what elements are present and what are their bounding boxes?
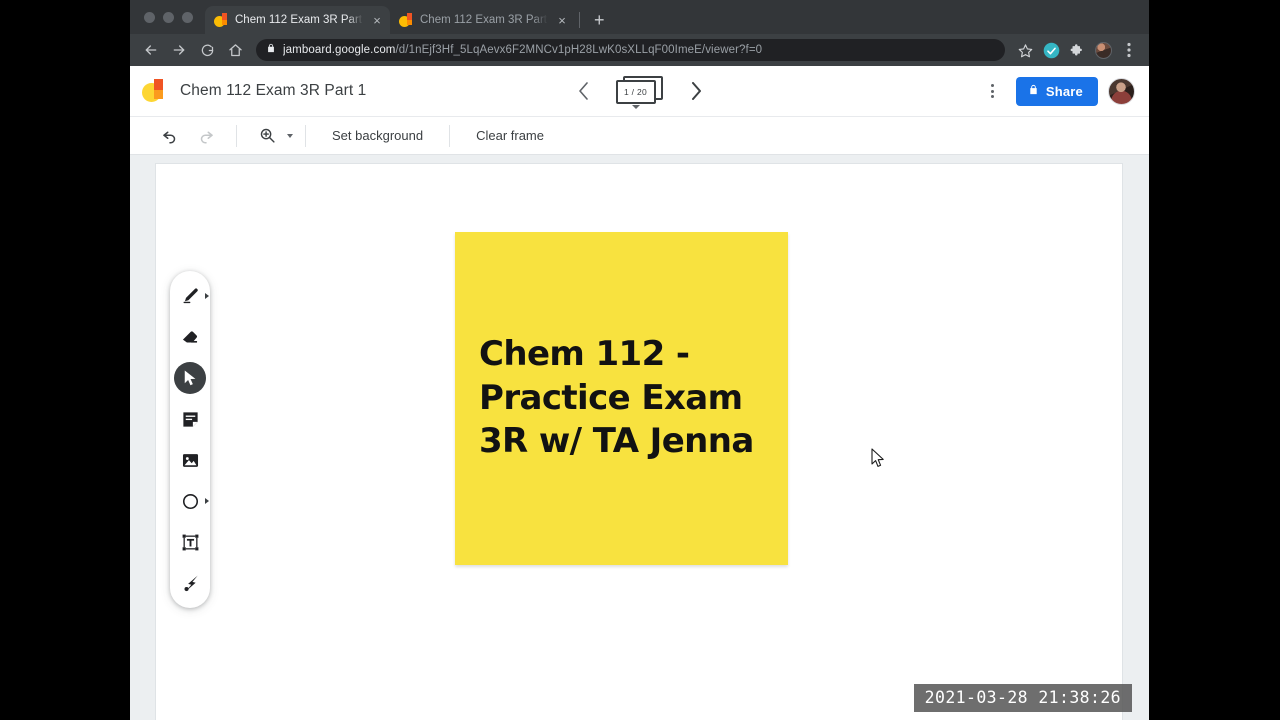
zoom-dropdown-caret-icon[interactable] <box>287 133 293 138</box>
jam-title[interactable]: Chem 112 Exam 3R Part 1 <box>180 82 366 100</box>
zoom-button[interactable] <box>249 119 285 153</box>
chevron-down-icon[interactable] <box>631 105 640 109</box>
pen-tool[interactable] <box>174 280 209 312</box>
extension-circle-icon[interactable] <box>1039 38 1063 62</box>
address-bar[interactable]: jamboard.google.com/d/1nEjf3Hf_5LqAevx6F… <box>256 39 1005 61</box>
sticky-note-text: Chem 112 - Practice Exam 3R w/ TA Jenna <box>479 334 754 462</box>
eraser-tool[interactable] <box>174 321 206 353</box>
jamboard-header-actions: Share <box>980 76 1135 106</box>
frame-counter-label: 1 / 20 <box>615 80 656 104</box>
forward-arrow-icon[interactable] <box>166 37 192 63</box>
sticky-note-tool[interactable] <box>174 403 206 435</box>
jam-canvas[interactable]: Chem 112 - Practice Exam 3R w/ TA Jenna <box>155 163 1123 720</box>
toolbar-divider <box>305 124 306 147</box>
frame-counter[interactable]: 1 / 20 <box>615 76 664 109</box>
canvas-area: Chem 112 - Practice Exam 3R w/ TA Jenna <box>130 155 1149 720</box>
url-domain: jamboard.google.com <box>283 44 396 56</box>
sticky-note[interactable]: Chem 112 - Practice Exam 3R w/ TA Jenna <box>455 232 788 565</box>
address-bar-text: jamboard.google.com/d/1nEjf3Hf_5LqAevx6F… <box>283 44 762 56</box>
more-options-button[interactable] <box>980 78 1006 104</box>
shape-options-caret-icon[interactable] <box>205 498 209 504</box>
home-icon[interactable] <box>222 37 248 63</box>
tab-divider <box>579 12 580 28</box>
redo-button[interactable] <box>188 119 224 153</box>
share-button-label: Share <box>1045 83 1083 99</box>
url-path: /d/1nEjf3Hf_5LqAevx6F2MNCv1pH28LwK0sXLLq… <box>395 44 763 56</box>
pen-options-caret-icon[interactable] <box>205 293 209 299</box>
select-tool[interactable] <box>174 362 206 394</box>
previous-frame-button[interactable] <box>574 81 594 101</box>
user-avatar[interactable] <box>1108 77 1135 105</box>
profile-avatar[interactable] <box>1091 38 1115 62</box>
lock-icon <box>266 41 276 59</box>
browser-tab-1[interactable]: Chem 112 Exam 3R Part 1 - Go × <box>205 6 390 34</box>
jamboard-favicon <box>399 13 413 27</box>
text-box-tool[interactable] <box>174 526 206 558</box>
laser-pointer-tool[interactable] <box>174 567 206 599</box>
browser-tab-2-title: Chem 112 Exam 3R Part 2 - Go <box>420 14 548 26</box>
window-controls[interactable] <box>138 0 205 34</box>
back-arrow-icon[interactable] <box>138 37 164 63</box>
screen-letterbox: Chem 112 Exam 3R Part 1 - Go × Chem 112 … <box>0 0 1280 720</box>
undo-button[interactable] <box>152 119 188 153</box>
browser-tab-2[interactable]: Chem 112 Exam 3R Part 2 - Go × <box>390 6 575 34</box>
chrome-menu-kebab-icon[interactable] <box>1117 38 1141 62</box>
next-frame-button[interactable] <box>686 81 706 101</box>
new-tab-button[interactable]: + <box>586 11 613 34</box>
browser-toolbar: jamboard.google.com/d/1nEjf3Hf_5LqAevx6F… <box>130 34 1149 66</box>
puzzle-piece-icon[interactable] <box>1065 38 1089 62</box>
browser-tab-strip: Chem 112 Exam 3R Part 1 - Go × Chem 112 … <box>130 0 1149 34</box>
shape-tool[interactable] <box>174 485 209 517</box>
maximize-window-dot[interactable] <box>182 11 193 23</box>
close-window-dot[interactable] <box>144 11 155 23</box>
toolbar-divider <box>236 124 237 147</box>
toolbar-divider <box>449 124 451 147</box>
minimize-window-dot[interactable] <box>163 11 174 23</box>
reload-icon[interactable] <box>194 37 220 63</box>
tool-palette <box>170 271 210 608</box>
jamboard-toolbar: Set background Clear frame <box>130 116 1149 155</box>
jamboard-app: Chem 112 Exam 3R Part 1 1 / 20 Share Set… <box>130 66 1149 720</box>
share-button[interactable]: Share <box>1015 76 1098 106</box>
timestamp-overlay: 2021-03-28 21:38:26 <box>913 684 1132 712</box>
jamboard-favicon <box>214 13 228 27</box>
browser-tab-1-title: Chem 112 Exam 3R Part 1 - Go <box>235 14 363 26</box>
frame-navigation: 1 / 20 <box>574 76 706 109</box>
image-tool[interactable] <box>174 444 206 476</box>
jamboard-logo-icon <box>142 77 168 105</box>
close-tab-1-icon[interactable]: × <box>370 14 384 27</box>
close-tab-2-icon[interactable]: × <box>555 14 569 27</box>
browser-window: Chem 112 Exam 3R Part 1 - Go × Chem 112 … <box>130 0 1149 720</box>
set-background-button[interactable]: Set background <box>318 128 437 143</box>
arrow-pointer-icon <box>871 448 885 468</box>
clear-frame-button[interactable]: Clear frame <box>462 128 558 143</box>
bookmark-star-icon[interactable] <box>1013 38 1037 62</box>
lock-icon <box>1028 83 1039 99</box>
jamboard-header: Chem 112 Exam 3R Part 1 1 / 20 Share <box>130 66 1149 116</box>
